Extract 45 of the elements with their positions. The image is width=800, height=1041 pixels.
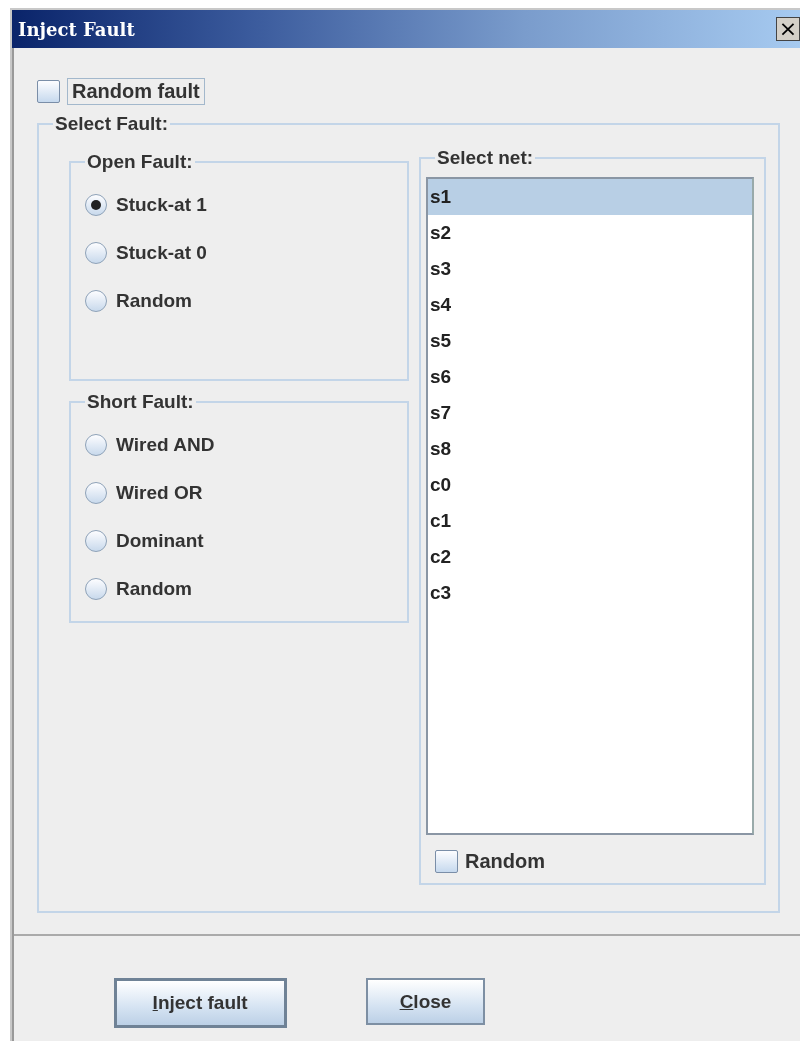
group-title: Open Fault: (86, 151, 194, 173)
radio-option[interactable]: Dominant (81, 517, 397, 565)
radio-button[interactable] (85, 530, 107, 552)
radio-label: Stuck-at 0 (116, 242, 207, 264)
radio-button[interactable] (85, 578, 107, 600)
radio-option[interactable]: Wired AND (81, 421, 397, 469)
list-item[interactable]: c3 (428, 575, 752, 611)
radio-label: Wired AND (116, 434, 215, 456)
checkbox-label: Random (465, 850, 545, 873)
dialog-button[interactable]: Inject fault (113, 978, 287, 1028)
list-item[interactable]: c1 (428, 503, 752, 539)
close-button[interactable]: × (776, 17, 800, 41)
list-item[interactable]: s8 (428, 431, 752, 467)
radio-button[interactable] (85, 290, 107, 312)
list-item[interactable]: c2 (428, 539, 752, 575)
radio-label: Random (116, 290, 192, 312)
group-title: Select Fault: (54, 113, 169, 135)
list-item[interactable]: c0 (428, 467, 752, 503)
radio-button[interactable] (85, 242, 107, 264)
radio-option[interactable]: Stuck-at 1 (81, 181, 397, 229)
radio-label: Wired OR (116, 482, 203, 504)
radio-option[interactable]: Stuck-at 0 (81, 229, 397, 277)
checkbox[interactable] (435, 850, 458, 873)
radio-label: Random (116, 578, 192, 600)
checkbox-label: Random fault (67, 78, 205, 105)
radio-option[interactable]: Wired OR (81, 469, 397, 517)
list-item[interactable]: s1 (428, 179, 752, 215)
radio-button[interactable] (85, 482, 107, 504)
list-item[interactable]: s3 (428, 251, 752, 287)
list-item[interactable]: s4 (428, 287, 752, 323)
window-title: Inject Fault (18, 18, 135, 40)
radio-label: Stuck-at 1 (116, 194, 207, 216)
radio-option[interactable]: Random (81, 565, 397, 613)
list-item[interactable]: s6 (428, 359, 752, 395)
list-item[interactable]: s5 (428, 323, 752, 359)
radio-option[interactable]: Random (81, 277, 397, 325)
radio-button[interactable] (85, 434, 107, 456)
radio-button[interactable] (85, 194, 107, 216)
radio-label: Dominant (116, 530, 204, 552)
checkbox[interactable] (37, 80, 60, 103)
group-title: Short Fault: (86, 391, 195, 413)
list-item[interactable]: s2 (428, 215, 752, 251)
group-title: Select net: (436, 147, 535, 169)
dialog-button[interactable]: Close (365, 978, 486, 1025)
list-item[interactable]: s7 (428, 395, 752, 431)
